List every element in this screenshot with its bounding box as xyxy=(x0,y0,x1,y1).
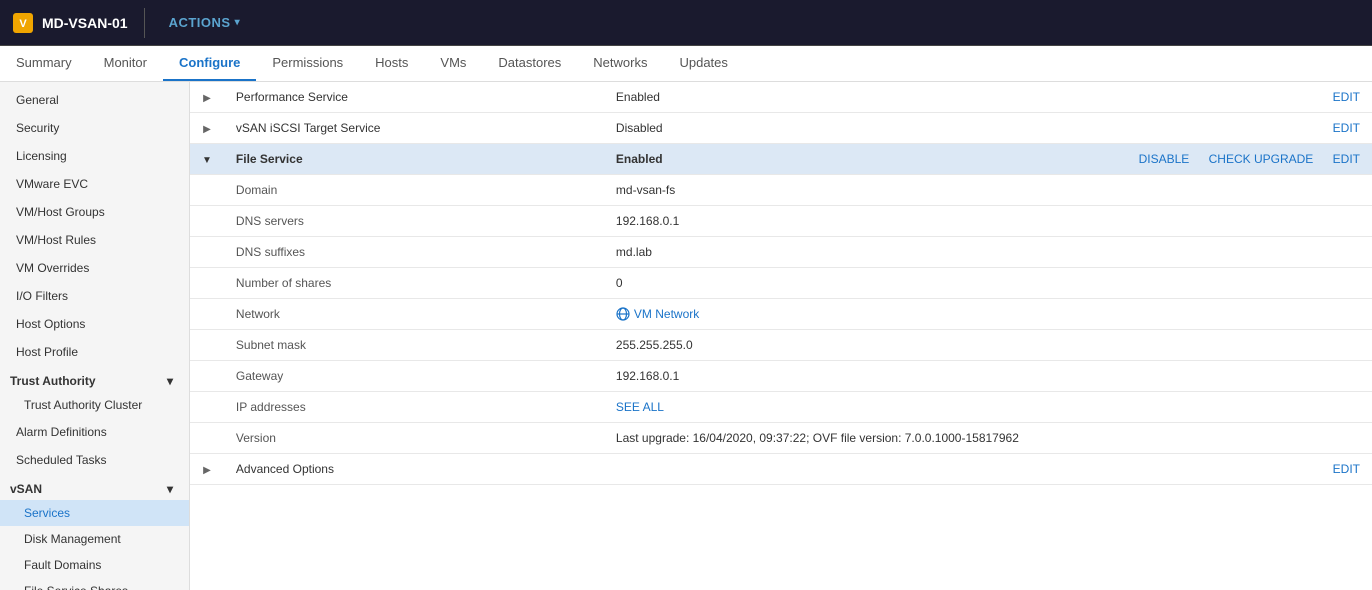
collapse-icon: ▾ xyxy=(167,374,173,388)
service-status: Disabled xyxy=(604,113,804,144)
tab-configure[interactable]: Configure xyxy=(163,46,256,81)
sidebar-vsan-header[interactable]: vSAN ▾ xyxy=(0,474,189,500)
detail-label: IP addresses xyxy=(224,392,604,423)
sidebar-item-vm-host-groups[interactable]: VM/Host Groups xyxy=(0,198,189,226)
sidebar-item-scheduled-tasks[interactable]: Scheduled Tasks xyxy=(0,446,189,474)
detail-value: 255.255.255.0 xyxy=(604,330,1372,361)
detail-label: Number of shares xyxy=(224,268,604,299)
sidebar-item-services[interactable]: Services xyxy=(0,500,189,526)
sidebar-item-licensing[interactable]: Licensing xyxy=(0,142,189,170)
service-name: Advanced Options xyxy=(224,454,604,485)
detail-label: DNS servers xyxy=(224,206,604,237)
expand-icon[interactable]: ▶ xyxy=(203,465,211,476)
collapse-icon[interactable]: ▼ xyxy=(202,155,212,166)
app-header: V MD-VSAN-01 ACTIONS ▾ xyxy=(0,0,1372,46)
table-row-expanded: ▼ File Service Enabled DISABLE CHECK UPG… xyxy=(190,144,1372,175)
tab-datastores[interactable]: Datastores xyxy=(482,46,577,81)
chevron-down-icon: ▾ xyxy=(235,17,241,28)
sidebar: General Security Licensing VMware EVC VM… xyxy=(0,82,190,590)
detail-value: 192.168.0.1 xyxy=(604,361,1372,392)
tabs-bar: Summary Monitor Configure Permissions Ho… xyxy=(0,46,1372,82)
detail-label: Domain xyxy=(224,175,604,206)
network-icon xyxy=(616,307,630,321)
tab-monitor[interactable]: Monitor xyxy=(88,46,163,81)
detail-label: Version xyxy=(224,423,604,454)
sidebar-item-disk-management[interactable]: Disk Management xyxy=(0,526,189,552)
detail-row-ip: IP addresses SEE ALL xyxy=(190,392,1372,423)
check-upgrade-link[interactable]: CHECK UPGRADE xyxy=(1209,152,1314,166)
services-table: ▶ Performance Service Enabled EDIT ▶ vSA… xyxy=(190,82,1372,485)
detail-row-subnet: Subnet mask 255.255.255.0 xyxy=(190,330,1372,361)
detail-value: md.lab xyxy=(604,237,1372,268)
sidebar-item-host-profile[interactable]: Host Profile xyxy=(0,338,189,366)
tab-hosts[interactable]: Hosts xyxy=(359,46,424,81)
sidebar-item-vmware-evc[interactable]: VMware EVC xyxy=(0,170,189,198)
service-status: Enabled xyxy=(604,82,804,113)
detail-value: Last upgrade: 16/04/2020, 09:37:22; OVF … xyxy=(604,423,1372,454)
sidebar-item-fault-domains[interactable]: Fault Domains xyxy=(0,552,189,578)
detail-row-shares: Number of shares 0 xyxy=(190,268,1372,299)
service-name: vSAN iSCSI Target Service xyxy=(224,113,604,144)
detail-value: 0 xyxy=(604,268,1372,299)
sidebar-item-host-options[interactable]: Host Options xyxy=(0,310,189,338)
sidebar-item-general[interactable]: General xyxy=(0,86,189,114)
actions-button[interactable]: ACTIONS ▾ xyxy=(161,11,249,34)
edit-link[interactable]: EDIT xyxy=(1333,152,1360,166)
svg-text:V: V xyxy=(19,18,27,30)
tab-summary[interactable]: Summary xyxy=(0,46,88,81)
detail-label: Network xyxy=(224,299,604,330)
tab-permissions[interactable]: Permissions xyxy=(256,46,359,81)
sidebar-item-vm-host-rules[interactable]: VM/Host Rules xyxy=(0,226,189,254)
collapse-icon: ▾ xyxy=(167,482,173,496)
tab-vms[interactable]: VMs xyxy=(424,46,482,81)
service-status: Enabled xyxy=(604,144,804,175)
sidebar-item-security[interactable]: Security xyxy=(0,114,189,142)
detail-row-network: Network VM Network xyxy=(190,299,1372,330)
detail-row-domain: Domain md-vsan-fs xyxy=(190,175,1372,206)
sidebar-item-alarm-definitions[interactable]: Alarm Definitions xyxy=(0,418,189,446)
detail-row-gateway: Gateway 192.168.0.1 xyxy=(190,361,1372,392)
table-row: ▶ Performance Service Enabled EDIT xyxy=(190,82,1372,113)
service-name: File Service xyxy=(224,144,604,175)
table-row-advanced: ▶ Advanced Options EDIT xyxy=(190,454,1372,485)
vm-logo-icon: V xyxy=(12,12,34,34)
tab-networks[interactable]: Networks xyxy=(577,46,663,81)
service-name: Performance Service xyxy=(224,82,604,113)
edit-link[interactable]: EDIT xyxy=(1333,462,1360,476)
detail-label: Gateway xyxy=(224,361,604,392)
cluster-name: MD-VSAN-01 xyxy=(42,15,128,31)
table-row: ▶ vSAN iSCSI Target Service Disabled EDI… xyxy=(190,113,1372,144)
sidebar-item-vm-overrides[interactable]: VM Overrides xyxy=(0,254,189,282)
detail-value: 192.168.0.1 xyxy=(604,206,1372,237)
content-area: ▶ Performance Service Enabled EDIT ▶ vSA… xyxy=(190,82,1372,590)
detail-label: DNS suffixes xyxy=(224,237,604,268)
detail-value: md-vsan-fs xyxy=(604,175,1372,206)
logo-section: V MD-VSAN-01 xyxy=(12,12,128,34)
main-layout: General Security Licensing VMware EVC VM… xyxy=(0,82,1372,590)
detail-label: Subnet mask xyxy=(224,330,604,361)
detail-row-dns-suffixes: DNS suffixes md.lab xyxy=(190,237,1372,268)
expand-icon[interactable]: ▶ xyxy=(203,93,211,104)
detail-row-dns-servers: DNS servers 192.168.0.1 xyxy=(190,206,1372,237)
edit-link[interactable]: EDIT xyxy=(1333,90,1360,104)
detail-row-version: Version Last upgrade: 16/04/2020, 09:37:… xyxy=(190,423,1372,454)
sidebar-item-file-service-shares[interactable]: File Service Shares xyxy=(0,578,189,590)
tab-updates[interactable]: Updates xyxy=(663,46,743,81)
header-divider xyxy=(144,8,145,38)
sidebar-trust-authority-header[interactable]: Trust Authority ▾ xyxy=(0,366,189,392)
network-link[interactable]: VM Network xyxy=(616,307,1360,321)
sidebar-item-trust-authority-cluster[interactable]: Trust Authority Cluster xyxy=(0,392,189,418)
sidebar-item-io-filters[interactable]: I/O Filters xyxy=(0,282,189,310)
see-all-link[interactable]: SEE ALL xyxy=(616,400,664,414)
edit-link[interactable]: EDIT xyxy=(1333,121,1360,135)
expand-icon[interactable]: ▶ xyxy=(203,124,211,135)
disable-link[interactable]: DISABLE xyxy=(1139,152,1190,166)
